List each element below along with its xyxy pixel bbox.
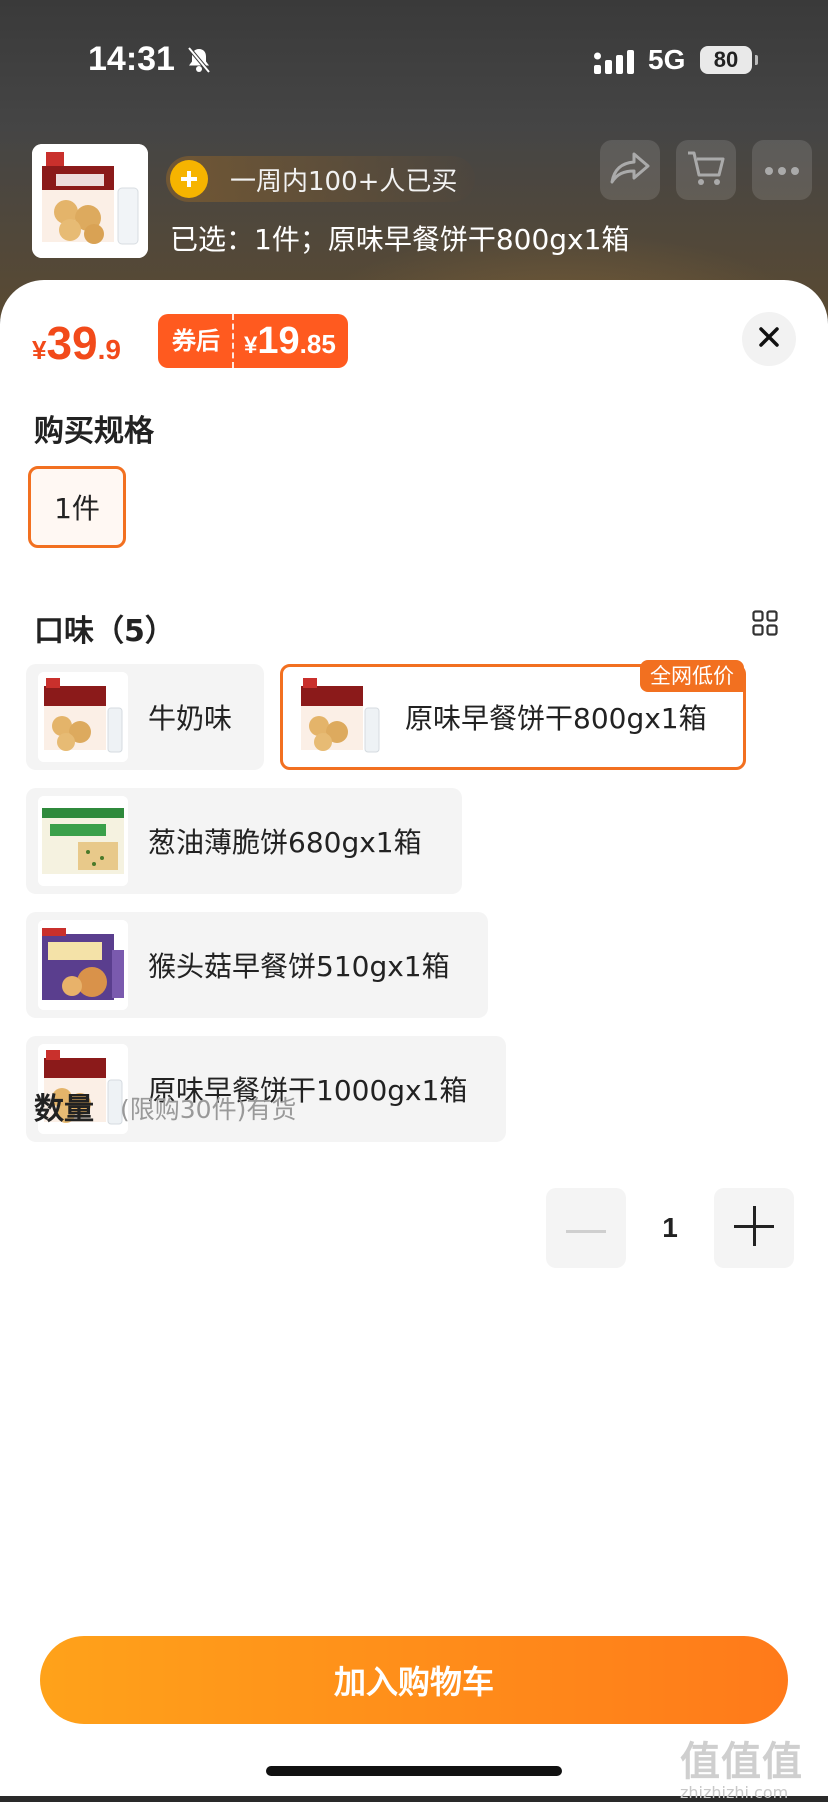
add-to-cart-button[interactable]: 加入购物车 [40,1636,788,1724]
biscuit-box-icon [38,672,128,762]
watermark-main: 值值值 [680,1739,803,1785]
flavor-option-scallion[interactable]: 葱油薄脆饼680gx1箱 [26,788,462,894]
coupon-currency: ¥ [244,331,258,359]
quantity-limit-note: (限购30件)有货 [120,1095,297,1124]
quantity-label: 数量 [34,1092,94,1127]
flavor-option-original-1000g[interactable]: 原味早餐饼干1000gx1箱 [26,1036,506,1142]
biscuit-box-icon [295,672,385,762]
coupon-price-decimal: .85 [299,328,336,359]
battery-indicator: 80 [700,46,758,74]
plus-icon [734,1206,774,1250]
recent-buyers-text: 一周内100+人已买 [230,166,458,197]
quantity-value[interactable]: 1 [640,1190,700,1266]
selected-summary: 已选：1件；原味早餐饼干800gx1箱 [170,223,630,256]
flavor-label: 牛奶味 [148,702,233,735]
coupon-price-integer: 19 [257,319,300,362]
signal-icon [594,50,634,78]
watermark-url: zhizhizhi.com [680,1783,789,1802]
currency-symbol: ¥ [32,335,47,365]
flavor-label: 葱油薄脆饼680gx1箱 [148,826,422,859]
increase-quantity-button[interactable] [714,1188,794,1268]
more-dots-icon [764,161,800,180]
scallion-cracker-box-icon [38,796,128,886]
cart-shortcut-button[interactable] [676,140,736,200]
flavor-label: 原味早餐饼干800gx1箱 [405,702,707,735]
flavor-option-milk[interactable]: 牛奶味 [26,664,264,770]
network-label: 5G [648,44,686,75]
flavor-option-mushroom[interactable]: 猴头菇早餐饼510gx1箱 [26,912,488,1018]
coupon-tag: 券后 [158,314,234,368]
share-button[interactable] [600,140,660,200]
original-price: ¥39.9 [32,316,121,370]
grid-view-icon[interactable] [752,610,778,640]
price-integer: 39 [46,317,98,369]
decrease-quantity-button[interactable] [546,1188,626,1268]
coupon-price-badge: 券后 ¥19.85 [158,314,348,368]
plus-bag-icon [170,160,208,198]
flavor-label: 猴头菇早餐饼510gx1箱 [148,950,450,983]
mushroom-biscuit-box-icon [38,920,128,1010]
spec-option-1[interactable]: 1件 [28,466,126,548]
more-button[interactable] [752,140,812,200]
site-watermark: 值值值 zhizhizhi.com [680,1740,803,1802]
close-icon [758,326,780,352]
price-decimal: .9 [97,334,121,365]
home-indicator [266,1766,562,1776]
close-button[interactable] [742,312,796,366]
minus-icon [566,1219,606,1238]
lowest-price-badge: 全网低价 [640,660,744,692]
recent-buyers-badge: 一周内100+人已买 [166,156,476,202]
flavor-section-title: 口味（5） [34,614,175,649]
spec-section-title: 购买规格 [34,414,154,449]
sku-selection-sheet: ¥39.9 券后 ¥19.85 购买规格 1件 口味（5） 牛奶味 原味早餐饼干… [0,280,828,1802]
share-icon [610,150,650,190]
coupon-price: ¥19.85 [234,320,348,363]
status-time: 14:31 [88,40,175,78]
selected-product-thumbnail [32,144,148,258]
bell-muted-icon [186,46,212,78]
status-bar: 14:31 5G 80 [0,0,828,120]
cart-icon [686,149,726,191]
